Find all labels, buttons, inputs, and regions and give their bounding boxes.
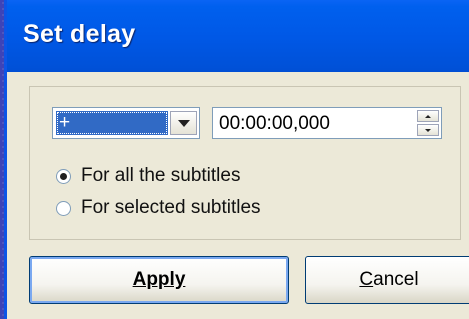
cancel-button-label: Cancel <box>359 269 419 290</box>
sign-dropdown-value: + <box>56 111 168 135</box>
cancel-button[interactable]: Cancel <box>305 256 469 304</box>
dropdown-button[interactable] <box>170 111 197 135</box>
arrow-down-icon <box>425 128 431 132</box>
delay-time-input[interactable]: 00:00:00,000 <box>212 107 442 139</box>
spin-up-button[interactable] <box>417 110 439 122</box>
set-delay-dialog: Set delay + 00:00:00,000 For all the sub… <box>4 0 469 319</box>
apply-button-label: Apply <box>132 269 186 290</box>
options-group: + 00:00:00,000 For all the subtitles For… <box>29 86 461 240</box>
sign-dropdown[interactable]: + <box>52 107 200 139</box>
dialog-body: + 00:00:00,000 For all the subtitles For… <box>7 72 469 319</box>
radio-button-unchecked[interactable] <box>56 200 71 216</box>
chevron-down-icon <box>177 119 190 127</box>
radio-selected-subtitles[interactable]: For selected subtitles <box>56 197 261 219</box>
delay-time-value: 00:00:00,000 <box>219 113 330 134</box>
radio-all-label: For all the subtitles <box>81 165 241 186</box>
radio-selected-label: For selected subtitles <box>81 197 261 218</box>
radio-button-checked[interactable] <box>56 168 71 184</box>
apply-button[interactable]: Apply <box>29 256 289 304</box>
radio-all-subtitles[interactable]: For all the subtitles <box>56 165 240 187</box>
arrow-up-icon <box>425 114 431 118</box>
spin-down-button[interactable] <box>417 124 439 136</box>
dialog-title: Set delay <box>23 20 136 48</box>
time-spinner <box>417 110 439 136</box>
